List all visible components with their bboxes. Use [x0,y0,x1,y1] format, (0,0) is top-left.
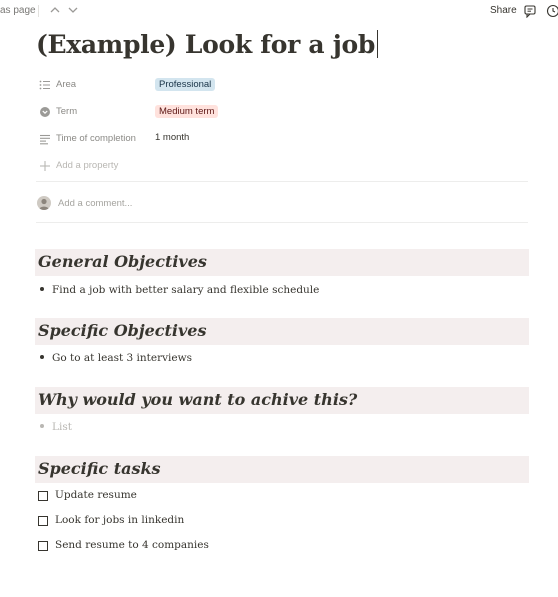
heading-specific-tasks[interactable]: Specific tasks [35,456,529,483]
bullet-text: Find a job with better salary and flexib… [52,284,320,296]
tag-professional[interactable]: Professional [155,78,216,91]
property-value[interactable]: 1 month [155,132,189,143]
todo-text[interactable]: Send resume to 4 companies [55,539,209,551]
bullet-text: Go to at least 3 interviews [52,352,192,364]
todo-text[interactable]: Update resume [55,489,137,501]
chevron-up-icon[interactable] [49,4,61,16]
comment-input[interactable]: Add a comment... [58,198,132,209]
bullet-dot-icon [40,287,44,291]
property-area[interactable]: Area Professional [37,76,527,96]
list-icon [39,80,50,90]
comment-box[interactable]: Add a comment... [37,196,527,212]
updates-clock-icon[interactable] [546,4,558,18]
checkbox[interactable] [38,516,48,526]
add-property-label: Add a property [56,160,119,171]
page-title[interactable]: (Example) Look for a job [36,30,379,59]
bullet-dot-icon [40,424,44,428]
property-value[interactable]: Professional [155,78,216,91]
text-icon [40,134,50,145]
checkbox[interactable] [38,491,48,501]
user-avatar-icon [39,198,49,210]
breadcrumb[interactable]: as page [0,5,36,16]
bullet-placeholder[interactable]: List [40,421,72,433]
checkbox[interactable] [38,541,48,551]
tag-medium-term[interactable]: Medium term [155,105,219,118]
bullet-item[interactable]: Find a job with better salary and flexib… [40,284,319,296]
property-name: Area [56,79,77,90]
heading-text: General Objectives [38,252,207,271]
breadcrumb-divider [38,5,39,17]
bullet-item[interactable]: Go to at least 3 interviews [40,352,192,364]
bullet-text: List [52,421,72,433]
heading-specific-objectives[interactable]: Specific Objectives [35,318,529,345]
divider [36,181,528,182]
heading-general-objectives[interactable]: General Objectives [35,249,529,276]
divider [36,222,528,223]
chevron-down-icon[interactable] [67,4,79,16]
status-icon [40,107,50,117]
heading-text: Specific Objectives [38,321,207,340]
property-time-of-completion[interactable]: Time of completion 1 month [37,130,527,150]
text-cursor [377,30,379,58]
property-name: Time of completion [56,133,136,144]
heading-why-achieve[interactable]: Why would you want to achive this? [35,387,529,414]
property-name: Term [56,106,78,117]
heading-text: Specific tasks [38,459,161,478]
share-button[interactable]: Share [490,5,517,16]
plus-icon [40,161,50,171]
property-term[interactable]: Term Medium term [37,103,527,123]
property-value[interactable]: Medium term [155,105,219,118]
bullet-dot-icon [40,355,44,359]
top-bar: as page Share [0,0,558,24]
add-property-button[interactable]: Add a property [37,157,527,177]
avatar [37,196,51,210]
todo-text[interactable]: Look for jobs in linkedin [55,514,184,526]
heading-text: Why would you want to achive this? [38,390,358,409]
comments-icon[interactable] [523,4,537,18]
